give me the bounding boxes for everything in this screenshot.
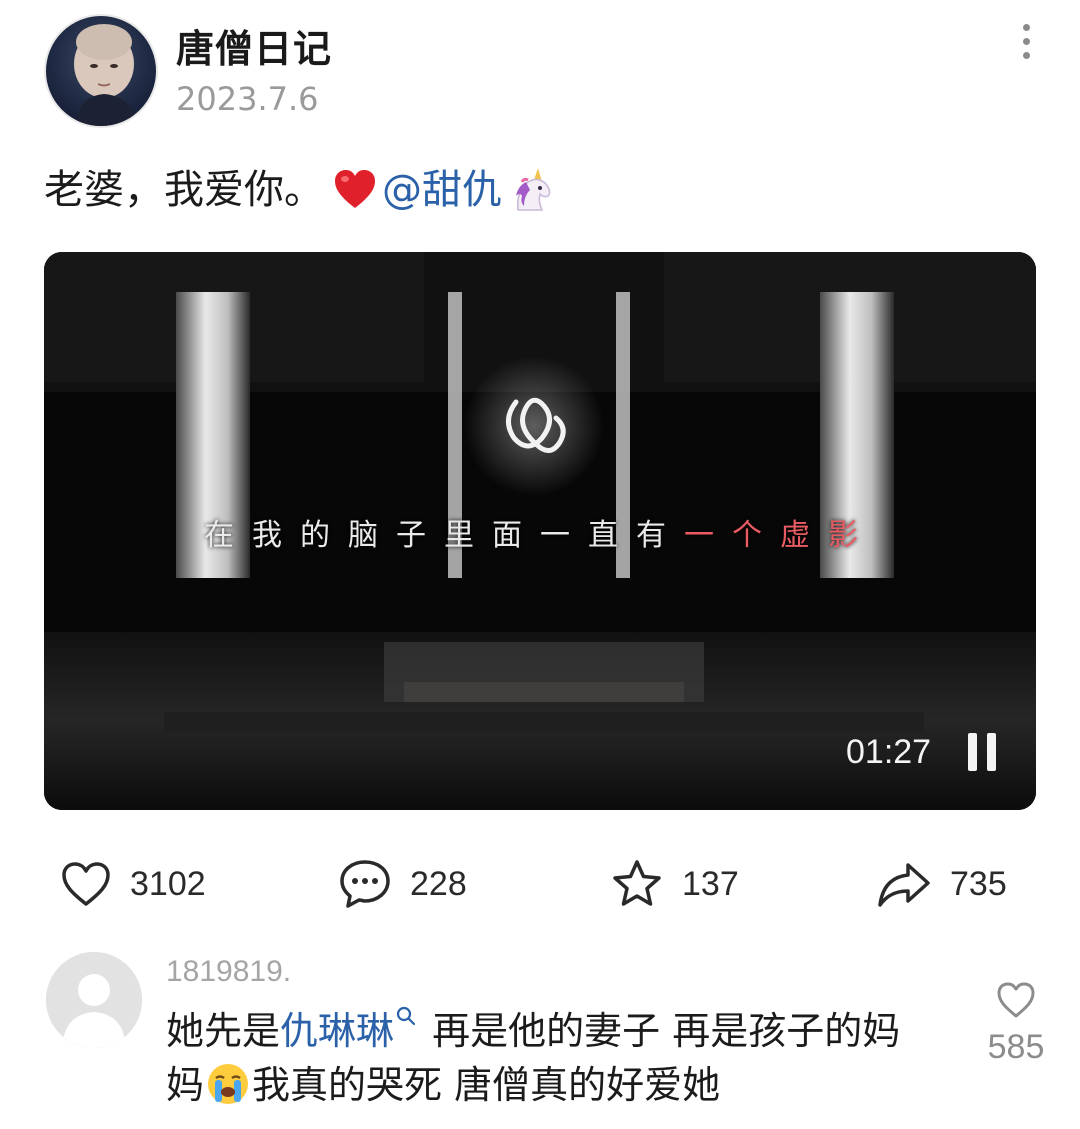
video-player[interactable]: 在我的脑子里面一直有一个虚影 <box>44 252 1036 810</box>
post-body: 老婆，我爱你。 @甜仇 <box>44 160 556 220</box>
comment-text-prefix: 她先是 <box>166 1009 281 1053</box>
post-date: 2023.7.6 <box>176 80 319 118</box>
comment-count: 228 <box>410 864 467 903</box>
share-button[interactable]: 735 <box>876 856 1007 912</box>
comment-avatar[interactable] <box>46 952 142 1048</box>
share-count: 735 <box>950 864 1007 903</box>
pause-bar-icon <box>987 733 996 771</box>
like-count: 3102 <box>130 864 206 903</box>
loudly-crying-emoji-icon <box>208 1064 249 1104</box>
more-dot-icon <box>1022 51 1030 59</box>
comment-button[interactable]: 228 <box>338 856 467 912</box>
post-mention-link[interactable]: @甜仇 <box>382 160 502 220</box>
more-dot-icon <box>1022 37 1030 45</box>
more-dot-icon <box>1022 23 1030 31</box>
star-outline-icon <box>613 860 661 906</box>
favorite-count: 137 <box>682 864 739 903</box>
heart-outline-icon <box>62 862 110 906</box>
comment-bubble-icon <box>340 860 390 908</box>
default-user-icon <box>46 952 142 1048</box>
search-icon <box>396 1006 416 1026</box>
comment-username[interactable]: 1819819. <box>166 955 291 989</box>
subtitle-highlight: 一个虚影 <box>684 518 876 553</box>
video-subtitle: 在我的脑子里面一直有一个虚影 <box>44 510 1036 554</box>
pause-bar-icon <box>968 733 977 771</box>
unicorn-emoji-icon <box>516 168 551 211</box>
favorite-button[interactable]: 137 <box>610 856 739 912</box>
comment-like-button[interactable]: 585 <box>978 980 1054 1067</box>
author-name[interactable]: 唐僧日记 <box>176 18 332 73</box>
like-button[interactable]: 3102 <box>60 856 206 912</box>
video-duration: 01:27 <box>846 733 932 771</box>
author-avatar[interactable] <box>44 14 158 128</box>
comment-mention-link[interactable]: 仇琳琳 <box>280 1006 420 1053</box>
post-text: 老婆，我爱你。 <box>44 167 324 213</box>
pause-button[interactable] <box>962 733 1002 773</box>
comment-like-count: 585 <box>987 1028 1045 1066</box>
more-options-button[interactable] <box>1004 16 1048 66</box>
red-heart-emoji-icon <box>335 170 375 208</box>
subtitle-text: 在我的脑子里面一直有 <box>204 518 684 553</box>
share-arrow-icon <box>878 863 930 907</box>
heart-outline-icon <box>997 982 1035 1018</box>
comment-mention-text: 仇琳琳 <box>280 1009 395 1053</box>
comment-text-suffix: 我真的哭死 唐僧真的好爱她 <box>252 1063 721 1107</box>
comment-text: 她先是仇琳琳 再是他的妻子 再是孩子的妈妈 我真的哭死 唐僧真的好爱她 <box>166 1004 936 1112</box>
